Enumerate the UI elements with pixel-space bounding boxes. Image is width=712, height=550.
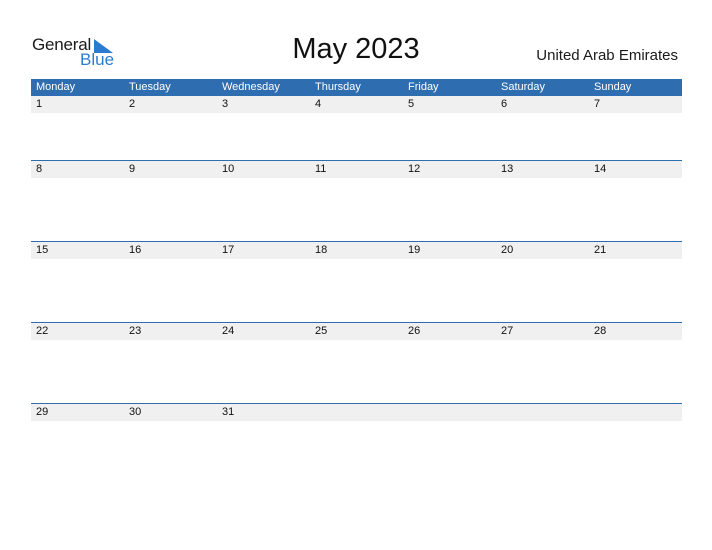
day-cell: 25 (315, 325, 328, 337)
date-band: 22 23 24 25 26 27 28 (31, 322, 682, 340)
day-cell: 9 (129, 163, 136, 175)
day-cell: 5 (408, 98, 415, 110)
day-cell: 12 (408, 163, 421, 175)
day-cell: 8 (36, 163, 43, 175)
weekday-header: Monday Tuesday Wednesday Thursday Friday… (31, 79, 682, 96)
week-row: 22 23 24 25 26 27 28 (31, 322, 682, 403)
day-cell: 27 (501, 325, 514, 337)
weekday-thursday: Thursday (315, 81, 361, 93)
weekday-tuesday: Tuesday (129, 81, 171, 93)
day-cell: 22 (36, 325, 49, 337)
day-cell: 21 (594, 244, 607, 256)
day-cell: 6 (501, 98, 508, 110)
day-cell (496, 404, 589, 421)
day-cell: 26 (408, 325, 421, 337)
day-cell: 14 (594, 163, 607, 175)
day-cell: 10 (222, 163, 235, 175)
date-band: 1 2 3 4 5 6 7 (31, 96, 682, 113)
week-row: 8 9 10 11 12 13 14 (31, 160, 682, 241)
day-cell: 7 (594, 98, 601, 110)
country-label: United Arab Emirates (536, 47, 678, 64)
day-cell: 18 (315, 244, 328, 256)
day-cell: 24 (222, 325, 235, 337)
day-cell: 3 (222, 98, 229, 110)
day-cell: 11 (315, 163, 327, 175)
weekday-monday: Monday (36, 81, 76, 93)
date-band: 29 30 31 (31, 403, 682, 421)
day-cell: 13 (501, 163, 514, 175)
day-cell: 19 (408, 244, 421, 256)
day-cell: 23 (129, 325, 142, 337)
day-cell (310, 404, 403, 421)
weekday-saturday: Saturday (501, 81, 546, 93)
week-row: 15 16 17 18 19 20 21 (31, 241, 682, 322)
day-cell: 28 (594, 325, 607, 337)
week-row: 29 30 31 (31, 403, 682, 484)
week-row: 1 2 3 4 5 6 7 (31, 96, 682, 160)
day-cell: 29 (36, 406, 49, 418)
calendar-grid: Monday Tuesday Wednesday Thursday Friday… (31, 79, 682, 484)
day-cell: 20 (501, 244, 514, 256)
day-cell: 17 (222, 244, 235, 256)
day-cell: 4 (315, 98, 322, 110)
day-cell: 15 (36, 244, 49, 256)
weekday-wednesday: Wednesday (222, 81, 280, 93)
weekday-friday: Friday (408, 81, 439, 93)
day-cell (589, 404, 682, 421)
date-band: 15 16 17 18 19 20 21 (31, 241, 682, 259)
day-cell: 1 (36, 98, 43, 110)
day-cell: 2 (129, 98, 136, 110)
weekday-sunday: Sunday (594, 81, 632, 93)
day-cell: 16 (129, 244, 142, 256)
day-cell: 31 (222, 406, 235, 418)
day-cell (403, 404, 496, 421)
date-band: 8 9 10 11 12 13 14 (31, 160, 682, 178)
day-cell: 30 (129, 406, 142, 418)
